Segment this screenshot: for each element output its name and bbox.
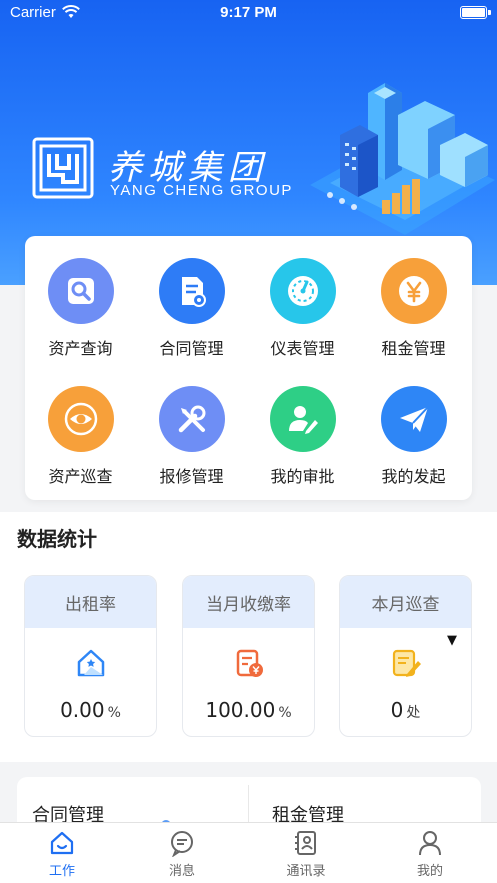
stat-unit: % <box>107 705 121 721</box>
eye-icon <box>48 386 114 452</box>
house-icon <box>25 646 156 680</box>
grid-item-label: 我的审批 <box>270 467 335 486</box>
profile-icon <box>368 829 492 857</box>
stat-title: 本月巡查 <box>340 576 471 628</box>
stat-value: 0.00 <box>60 698 105 722</box>
stat-unit: % <box>278 705 292 721</box>
tab-contacts[interactable]: 通讯录 <box>244 823 368 883</box>
company-logo-icon <box>32 137 94 203</box>
tab-work[interactable]: 工作 <box>0 823 124 883</box>
grid-item-label: 我的发起 <box>381 467 446 486</box>
function-grid: 资产查询 合同管理 仪表管理 租金管理 资产巡查 报修管理 我的审批 我的发起 <box>25 236 472 500</box>
stat-card-occupancy[interactable]: 出租率 0.00% <box>24 575 157 737</box>
contract-icon <box>159 258 225 324</box>
paper-plane-icon <box>381 386 447 452</box>
clock-time: 9:17 PM <box>220 4 277 21</box>
city-illustration <box>290 75 497 244</box>
section-title: 数据统计 <box>17 527 97 551</box>
stat-unit: 处 <box>406 705 421 721</box>
stat-card-collection-rate[interactable]: 当月收缴率 100.00% <box>182 575 315 737</box>
tools-icon <box>159 386 225 452</box>
stat-value: 100.00 <box>205 698 276 722</box>
stat-card-monthly-patrol[interactable]: 本月巡查 0处 <box>339 575 472 737</box>
grid-item-repair[interactable]: 报修管理 <box>136 364 247 492</box>
grid-item-label: 合同管理 <box>159 339 224 358</box>
grid-item-label: 仪表管理 <box>270 339 335 358</box>
grid-item-label: 租金管理 <box>381 339 446 358</box>
tab-me[interactable]: 我的 <box>368 823 492 883</box>
tab-messages[interactable]: 消息 <box>120 823 244 883</box>
grid-item-meter[interactable]: 仪表管理 <box>247 236 358 364</box>
battery-icon <box>460 6 487 19</box>
tab-label: 我的 <box>416 864 443 879</box>
stat-title: 当月收缴率 <box>183 576 314 628</box>
message-icon <box>120 829 244 857</box>
grid-item-label: 资产巡查 <box>48 467 113 486</box>
contacts-icon <box>244 829 368 857</box>
dropdown-triangle-icon[interactable]: ▼ <box>447 633 457 648</box>
grid-item-approval[interactable]: 我的审批 <box>247 364 358 492</box>
stat-value: 0 <box>390 698 404 722</box>
brand-name-en: YANG CHENG GROUP <box>110 182 293 199</box>
approval-icon <box>270 386 336 452</box>
bill-icon <box>183 646 314 680</box>
search-doc-icon <box>48 258 114 324</box>
grid-item-initiated[interactable]: 我的发起 <box>358 364 469 492</box>
tab-label: 工作 <box>48 864 75 879</box>
grid-item-label: 报修管理 <box>159 467 224 486</box>
tab-label: 消息 <box>168 864 195 879</box>
stat-title: 出租率 <box>25 576 156 628</box>
status-bar: Carrier 9:17 PM <box>0 0 497 28</box>
grid-item-rent[interactable]: 租金管理 <box>358 236 469 364</box>
grid-item-asset-patrol[interactable]: 资产巡查 <box>25 364 136 492</box>
tab-label: 通讯录 <box>286 864 326 879</box>
grid-item-contract[interactable]: 合同管理 <box>136 236 247 364</box>
bottom-tab-bar: 工作 消息 通讯录 我的 <box>0 822 497 883</box>
meter-icon <box>270 258 336 324</box>
grid-item-asset-query[interactable]: 资产查询 <box>25 236 136 364</box>
module-divider <box>248 785 249 825</box>
yen-icon <box>381 258 447 324</box>
patrol-note-icon <box>340 646 471 680</box>
grid-item-label: 资产查询 <box>48 339 113 358</box>
home-icon <box>0 829 124 857</box>
